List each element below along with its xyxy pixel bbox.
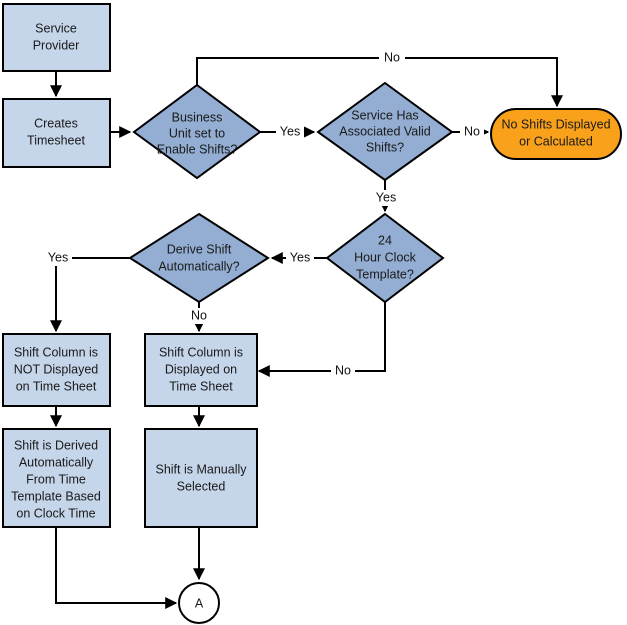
node-shift-derived-line-2: From Time	[26, 472, 86, 486]
node-shift-derived-line-4: on Clock Time	[16, 506, 95, 520]
node-business-unit-line-1: Unit set to	[169, 126, 225, 140]
node-connector-a[interactable]: A	[178, 582, 220, 624]
edge-label-business-unit-no: No	[384, 50, 400, 64]
node-col-not-displayed-line-1: NOT Displayed	[14, 362, 99, 376]
node-service-has-shifts-line-1: Associated Valid	[339, 124, 431, 138]
node-shift-manual-line-0: Shift is Manually	[155, 462, 247, 476]
flowchart-svg: No Yes No Yes Yes No Yes No Service Prov…	[2, 3, 622, 624]
node-col-not-displayed-line-2: on Time Sheet	[16, 379, 97, 393]
edge-derive-shift-yes-to-col-not-displayed	[50, 257, 130, 333]
edge-label-clock-template-no: No	[335, 363, 351, 377]
node-clock-template-line-2: Template?	[356, 267, 414, 281]
node-service-has-shifts-decision[interactable]: Service Has Associated Valid Shifts?	[316, 81, 454, 182]
node-creates-timesheet-line-0: Creates	[34, 116, 78, 130]
node-clock-template-line-0: 24	[378, 233, 392, 247]
node-shift-derived-line-0: Shift is Derived	[14, 438, 98, 452]
edge-label-derive-shift-yes: Yes	[48, 250, 68, 264]
node-business-unit-line-0: Business	[172, 110, 223, 124]
edge-label-derive-shift-no: No	[191, 308, 207, 322]
node-clock-template-line-1: Hour Clock	[354, 250, 417, 264]
node-creates-timesheet-line-1: Timesheet	[27, 133, 85, 147]
node-service-has-shifts-line-2: Shifts?	[366, 140, 404, 154]
node-business-unit-line-2: Enable Shifts?	[157, 142, 238, 156]
node-col-displayed-line-0: Shift Column is	[159, 345, 243, 359]
node-col-displayed[interactable]: Shift Column is Displayed on Time Sheet	[144, 333, 258, 407]
node-derive-shift-line-0: Derive Shift	[167, 242, 232, 256]
node-col-displayed-line-2: Time Sheet	[169, 379, 233, 393]
node-col-not-displayed[interactable]: Shift Column is NOT Displayed on Time Sh…	[2, 333, 111, 407]
edge-clock-template-no-to-col-displayed	[257, 302, 386, 377]
node-col-displayed-line-1: Displayed on	[165, 362, 237, 376]
node-connector-a-label: A	[195, 596, 204, 610]
edge-label-service-shifts-yes: Yes	[376, 190, 396, 204]
node-shift-derived-line-1: Automatically	[19, 455, 94, 469]
node-shift-manual[interactable]: Shift is Manually Selected	[144, 428, 258, 528]
node-derive-shift-line-1: Automatically?	[158, 259, 239, 273]
node-shift-manual-line-1: Selected	[177, 479, 226, 493]
edge-label-service-shifts-no: No	[464, 124, 480, 138]
edge-shift-derived-to-connector-a	[55, 527, 178, 609]
node-creates-timesheet[interactable]: Creates Timesheet	[2, 98, 111, 168]
node-business-unit-decision[interactable]: Business Unit set to Enable Shifts?	[132, 83, 262, 180]
edge-label-clock-template-yes: Yes	[290, 250, 310, 264]
edge-label-business-unit-yes: Yes	[280, 124, 300, 138]
node-no-shifts-line-0: No Shifts Displayed	[501, 117, 610, 131]
node-col-not-displayed-line-0: Shift Column is	[14, 345, 98, 359]
node-service-provider-line-1: Provider	[33, 38, 80, 52]
node-derive-shift-decision[interactable]: Derive Shift Automatically?	[128, 212, 270, 304]
flowchart-canvas: No Yes No Yes Yes No Yes No Service Prov…	[0, 0, 627, 625]
node-shift-derived-line-3: Template Based	[11, 489, 101, 503]
node-no-shifts-line-1: or Calculated	[519, 134, 593, 148]
node-clock-template-decision[interactable]: 24 Hour Clock Template?	[325, 212, 445, 304]
node-no-shifts-terminator[interactable]: No Shifts Displayed or Calculated	[490, 108, 622, 160]
node-service-provider[interactable]: Service Provider	[2, 3, 111, 72]
node-service-has-shifts-line-0: Service Has	[351, 108, 418, 122]
node-shift-derived[interactable]: Shift is Derived Automatically From Time…	[2, 428, 111, 528]
node-service-provider-line-0: Service	[35, 21, 77, 35]
